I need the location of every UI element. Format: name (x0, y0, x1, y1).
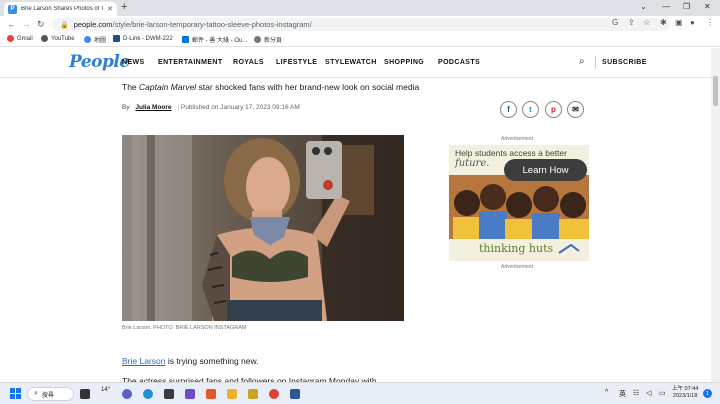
close-window-icon[interactable]: ✕ (704, 2, 711, 11)
ime-indicator[interactable]: 英 (619, 389, 626, 399)
photo-caption: Brie Larson. PHOTO: BRIE LARSON INSTAGRA… (122, 325, 247, 331)
ad-headline-2: future. (455, 158, 490, 169)
publish-date: Published on January 17, 2023 09:16 AM (180, 104, 300, 111)
facebook-share-icon[interactable]: f (500, 101, 517, 118)
brie-larson-link[interactable]: Brie Larson (122, 356, 165, 366)
browser-titlebar: P Brie Larson Shares Photos of Te ✕ + ⌄ … (0, 0, 720, 16)
taskbar-clock[interactable]: 上午 07:44 2023/1/18 (672, 386, 698, 400)
email-share-icon[interactable]: ✉ (567, 101, 584, 118)
windows-taskbar: ⌕ 搜尋 14° ^ 英 ☷ ◁ ▭ 上午 07:44 2023/1/18 1 (0, 382, 720, 404)
nav-shopping[interactable]: SHOPPING (384, 59, 424, 66)
bookmark-youtube[interactable]: YouTube (41, 35, 75, 42)
clock-time: 上午 07:44 (672, 386, 699, 392)
notification-badge[interactable]: 1 (703, 389, 712, 398)
nav-royals[interactable]: ROYALS (233, 59, 264, 66)
header-divider (595, 56, 596, 69)
task-view-icon[interactable] (80, 389, 90, 399)
site-header: People NEWS ENTERTAINMENT ROYALS LIFESTY… (0, 48, 720, 78)
ad-headline: Help students access a better (455, 148, 567, 158)
translate-icon[interactable]: G (612, 18, 618, 27)
byline: By Julia Moore | Published on January 17… (122, 104, 300, 111)
address-bar[interactable]: 🔒 people.com/style/brie-larson-temporary… (52, 18, 670, 31)
bookmarks-bar: Gmail YouTube 地圖 D-Link - DWM-222 郵件 - 善… (0, 33, 720, 47)
thinking-huts-ad[interactable]: Help students access a better future. Le… (449, 145, 589, 261)
people-logo[interactable]: People (69, 52, 130, 72)
search-icon: ⌕ (34, 390, 38, 397)
minimize-icon[interactable]: — (662, 2, 670, 11)
subscribe-link[interactable]: SUBSCRIBE (602, 59, 647, 66)
scrollbar-thumb[interactable] (713, 76, 718, 106)
new-tab-icon[interactable]: + (121, 1, 127, 13)
extensions-icon[interactable]: ✱ (660, 18, 667, 27)
side-panel-icon[interactable]: ▣ (675, 18, 683, 27)
reload-icon[interactable]: ↻ (37, 19, 45, 30)
ad-brand-logo: thinking huts (479, 242, 554, 255)
network-icon[interactable]: ☷ (633, 389, 639, 397)
volume-icon[interactable]: ◁ (646, 389, 651, 397)
tab-search-icon[interactable]: ⌄ (640, 2, 647, 11)
chrome-icon[interactable] (269, 389, 279, 399)
forward-icon[interactable]: → (22, 19, 31, 29)
app-icon-purple[interactable] (185, 389, 195, 399)
pinterest-share-icon[interactable]: p (545, 101, 562, 118)
menu-dots-icon[interactable]: ⋮ (706, 18, 714, 27)
site-search-icon[interactable]: ⌕ (579, 56, 585, 67)
twitter-share-icon[interactable]: t (522, 101, 539, 118)
back-icon[interactable]: ← (7, 19, 16, 29)
bookmark-mail[interactable]: 郵件 - 善 大綠 - Ou... (182, 35, 247, 44)
taskbar-search[interactable]: ⌕ 搜尋 (27, 387, 74, 401)
globe-icon (254, 36, 261, 43)
folder-icon[interactable] (248, 389, 258, 399)
learn-how-button[interactable]: Learn How (504, 159, 587, 181)
profile-avatar-icon[interactable]: ● (690, 18, 695, 27)
chat-icon[interactable] (122, 389, 132, 399)
youtube-icon (41, 35, 48, 42)
tray-overflow-icon[interactable]: ^ (605, 389, 608, 396)
edge-icon[interactable] (143, 389, 153, 399)
dlink-icon (113, 35, 120, 42)
article-photo[interactable] (122, 135, 404, 321)
file-explorer-icon[interactable] (227, 389, 237, 399)
battery-icon[interactable]: ▭ (659, 389, 666, 397)
nav-lifestyle[interactable]: LIFESTYLE (276, 59, 317, 66)
bookmark-newtab[interactable]: 新分頁 (254, 35, 282, 44)
office-icon[interactable] (206, 389, 216, 399)
bookmark-maps[interactable]: 地圖 (84, 35, 106, 44)
ad-label-bottom: Advertisement (501, 264, 533, 270)
bookmark-star-icon[interactable]: ☆ (643, 18, 650, 27)
gmail-icon (7, 35, 14, 42)
article-paragraph-1: Brie Larson is trying something new. (122, 356, 259, 366)
outlook-icon (182, 36, 189, 43)
byline-by: By (122, 104, 130, 111)
mirror-selfie-image (122, 135, 404, 321)
share-page-icon[interactable]: ⇪ (628, 18, 635, 27)
tab-close-icon[interactable]: ✕ (107, 5, 113, 13)
people-favicon-icon: P (8, 4, 17, 14)
nav-news[interactable]: NEWS (122, 59, 145, 66)
browser-toolbar: ← → ↻ 🔒 people.com/style/brie-larson-tem… (0, 16, 720, 33)
weather-widget[interactable]: 14° (101, 387, 110, 393)
windows-start-icon[interactable] (10, 388, 21, 399)
word-icon[interactable] (290, 389, 300, 399)
ad-label-top: Advertisement (501, 136, 533, 142)
byline-separator: | (177, 104, 180, 111)
maps-icon (84, 36, 91, 43)
bookmark-dlink[interactable]: D-Link - DWM-222 (113, 35, 173, 42)
article-subheading: The Captain Marvel star shocked fans wit… (122, 82, 420, 92)
url-text: people.com/style/brie-larson-temporary-t… (73, 20, 312, 29)
nav-entertainment[interactable]: ENTERTAINMENT (158, 59, 223, 66)
bookmark-gmail[interactable]: Gmail (7, 35, 33, 42)
tab-title: Brie Larson Shares Photos of Te (21, 6, 105, 12)
clock-date: 2023/1/18 (672, 393, 698, 399)
nav-stylewatch[interactable]: STYLEWATCH (325, 59, 377, 66)
nav-podcasts[interactable]: PODCASTS (438, 59, 480, 66)
restore-icon[interactable]: ❐ (683, 2, 690, 11)
store-icon[interactable] (164, 389, 174, 399)
author-link[interactable]: Julia Moore (135, 104, 171, 111)
browser-tab[interactable]: P Brie Larson Shares Photos of Te ✕ (4, 2, 117, 16)
lock-icon: 🔒 (60, 21, 69, 29)
